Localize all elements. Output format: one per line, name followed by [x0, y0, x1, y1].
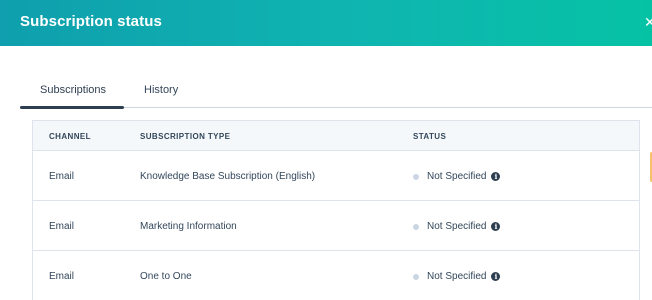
table-header: CHANNEL SUBSCRIPTION TYPE STATUS	[33, 120, 639, 151]
column-header-status: STATUS	[413, 132, 447, 141]
subscription-type-cell: One to One	[140, 271, 192, 282]
subscription-type-cell: Marketing Information	[140, 221, 237, 232]
tab-history[interactable]: History	[144, 84, 178, 96]
table-row: Email Marketing Information Not Specifie…	[33, 201, 639, 251]
table-row: Email One to One Not Specified i	[33, 251, 639, 300]
dialog-header: Subscription status ✕	[0, 0, 652, 46]
status-dot-icon	[413, 273, 419, 280]
table-row: Email Knowledge Base Subscription (Engli…	[33, 151, 639, 201]
dialog-title: Subscription status	[20, 13, 162, 30]
status-cell: Not Specified i	[413, 221, 501, 232]
close-icon[interactable]: ✕	[644, 14, 652, 30]
status-label: Not Specified	[427, 271, 487, 282]
channel-cell: Email	[49, 171, 75, 182]
channel-cell: Email	[49, 271, 75, 282]
column-header-subscription-type: SUBSCRIPTION TYPE	[140, 132, 231, 141]
info-icon[interactable]: i	[491, 272, 501, 281]
active-tab-indicator	[20, 106, 124, 109]
info-icon[interactable]: i	[491, 222, 501, 231]
subscriptions-table: CHANNEL SUBSCRIPTION TYPE STATUS Email K…	[32, 120, 640, 300]
subscription-type-cell: Knowledge Base Subscription (English)	[140, 171, 316, 182]
status-dot-icon	[413, 173, 419, 180]
info-icon[interactable]: i	[491, 172, 501, 181]
status-cell: Not Specified i	[413, 171, 501, 182]
tab-bar: Subscriptions History	[20, 82, 652, 109]
status-dot-icon	[413, 223, 419, 230]
tab-subscriptions[interactable]: Subscriptions	[40, 84, 106, 96]
status-cell: Not Specified i	[413, 271, 501, 282]
status-label: Not Specified	[427, 171, 487, 182]
column-header-channel: CHANNEL	[49, 132, 91, 141]
status-label: Not Specified	[427, 221, 487, 232]
channel-cell: Email	[49, 221, 75, 232]
